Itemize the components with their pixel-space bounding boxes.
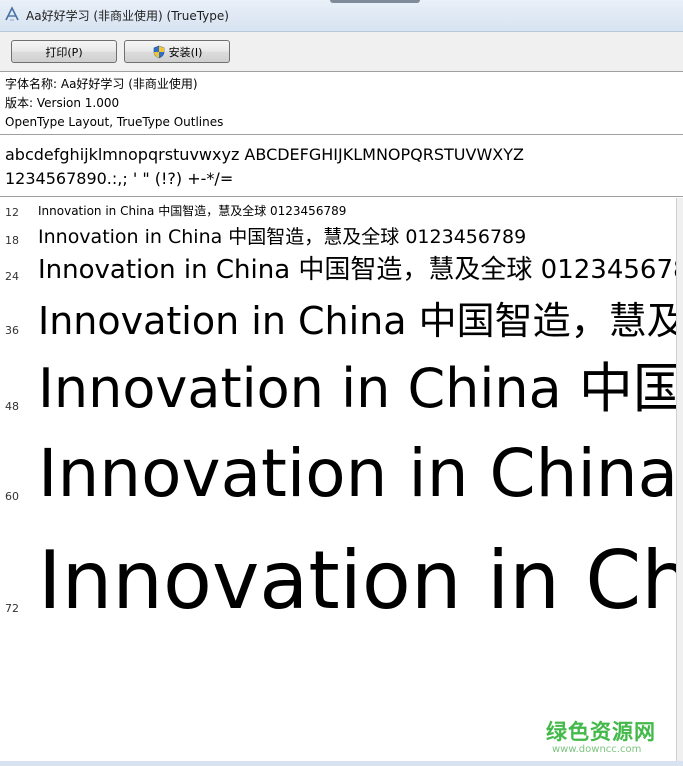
charset-digits-symbols: 1234567890.:,; ' " (!?) +-*/= xyxy=(5,169,234,188)
sample-row: 12 Innovation in China 中国智造，慧及全球 0123456… xyxy=(0,205,676,219)
uac-shield-icon xyxy=(153,45,164,58)
sample-size-label: 18 xyxy=(5,234,19,247)
title-bar: Aa好好学习 (非商业使用) (TrueType) xyxy=(0,0,683,32)
sample-size-label: 24 xyxy=(5,270,19,283)
sample-text: Innovation in China 中国智造，慧及全球 0123456789 xyxy=(38,357,676,420)
sample-row: 48 Innovation in China 中国智造，慧及全球 0123456… xyxy=(0,362,676,416)
window-right-edge xyxy=(676,198,683,761)
font-info-panel: 字体名称: Aa好好学习 (非商业使用) 版本: Version 1.000 O… xyxy=(0,73,683,135)
font-outlines-text: OpenType Layout, TrueType Outlines xyxy=(5,115,224,129)
sample-row: 24 Innovation in China 中国智造，慧及全球 0123456… xyxy=(0,257,676,283)
sample-row: 72 Innovation in China 中国智造，慧及全球 0123456… xyxy=(0,541,676,621)
character-set-preview: abcdefghijklmnopqrstuvwxyz ABCDEFGHIJKLM… xyxy=(0,135,683,197)
sample-size-label: 36 xyxy=(5,324,19,337)
font-file-icon xyxy=(5,6,19,21)
window-bottom-edge xyxy=(0,761,683,766)
watermark-site-name: 绿色资源网 xyxy=(546,720,656,744)
sample-size-label: 72 xyxy=(5,602,19,615)
sample-text: Innovation in China 中国智造，慧及全球 0123456789 xyxy=(38,204,347,218)
print-button[interactable]: 打印(P) xyxy=(11,40,117,63)
sample-text: Innovation in China 中国智造，慧及全球 0123456789 xyxy=(38,534,676,627)
sample-size-label: 60 xyxy=(5,490,19,503)
sample-size-label: 12 xyxy=(5,206,19,219)
sample-text: Innovation in China 中国智造，慧及全球 0123456789 xyxy=(38,435,676,512)
toolbar: 打印(P) 安装(I) xyxy=(0,32,683,72)
sample-row: 36 Innovation in China 中国智造，慧及全球 0123456… xyxy=(0,302,676,340)
site-watermark: 绿色资源网 www.downcc.com xyxy=(546,716,664,755)
sample-row: 18 Innovation in China 中国智造，慧及全球 0123456… xyxy=(0,228,676,248)
sample-size-label: 48 xyxy=(5,400,19,413)
window-top-handle xyxy=(330,0,420,3)
window-title: Aa好好学习 (非商业使用) (TrueType) xyxy=(26,9,229,23)
install-button-label: 安装(I) xyxy=(168,45,203,59)
size-samples-panel: 12 Innovation in China 中国智造，慧及全球 0123456… xyxy=(0,198,676,761)
charset-letters: abcdefghijklmnopqrstuvwxyz ABCDEFGHIJKLM… xyxy=(5,145,524,164)
sample-row: 60 Innovation in China 中国智造，慧及全球 0123456… xyxy=(0,441,676,507)
font-version-text: 版本: Version 1.000 xyxy=(5,96,120,110)
sample-text: Innovation in China 中国智造，慧及全球 0123456789 xyxy=(38,255,676,285)
install-button[interactable]: 安装(I) xyxy=(124,40,230,63)
sample-text: Innovation in China 中国智造，慧及全球 0123456789 xyxy=(38,299,676,343)
print-button-label: 打印(P) xyxy=(45,45,83,59)
sample-text: Innovation in China 中国智造，慧及全球 0123456789 xyxy=(38,226,527,248)
font-name-text: 字体名称: Aa好好学习 (非商业使用) xyxy=(5,77,198,91)
